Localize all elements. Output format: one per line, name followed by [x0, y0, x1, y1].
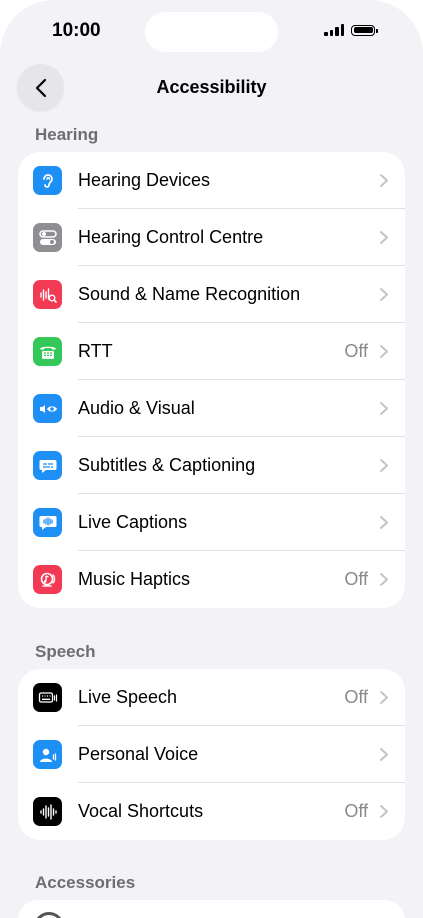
row-label: Hearing Devices — [78, 170, 211, 190]
chevron-right-icon — [380, 288, 388, 301]
chevron-right-icon — [380, 691, 388, 704]
row-label: Personal Voice — [78, 744, 199, 764]
section-header-hearing: Hearing — [35, 125, 99, 144]
row-label: Subtitles & Captioning — [78, 455, 256, 475]
row-value: Off — [344, 801, 368, 821]
waveform-icon — [33, 797, 62, 826]
chevron-right-icon — [380, 402, 388, 415]
chevron-right-icon — [380, 174, 388, 187]
section-header-accessories: Accessories — [35, 873, 136, 892]
signal-icon — [324, 24, 344, 36]
status-indicators — [324, 24, 378, 36]
chevron-right-icon — [380, 748, 388, 761]
tty-icon — [33, 337, 62, 366]
row-live-captions[interactable]: Live Captions — [18, 494, 405, 551]
row-value: Off — [344, 569, 368, 589]
accessories-group — [18, 900, 405, 918]
captions-bubble-icon — [33, 451, 62, 480]
music-haptics-icon — [33, 565, 62, 594]
keyboard-speech-icon — [33, 683, 62, 712]
page-title: Accessibility — [156, 77, 267, 97]
chevron-right-icon — [380, 231, 388, 244]
person-voice-icon — [33, 740, 62, 769]
speaker-eye-icon — [33, 394, 62, 423]
row-label: Music Haptics — [78, 569, 191, 589]
battery-icon — [351, 24, 378, 36]
chevron-right-icon — [380, 345, 388, 358]
chevron-right-icon — [380, 573, 388, 586]
speech-group: Live Speech Off Personal Voice Vocal Sho… — [18, 669, 405, 840]
toggles-icon — [33, 223, 62, 252]
row-value: Off — [344, 687, 368, 707]
row-label: Live Speech — [78, 687, 178, 707]
ear-icon — [33, 166, 62, 195]
live-captions-icon — [33, 508, 62, 537]
row-audio-visual[interactable]: Audio & Visual — [18, 380, 405, 437]
accessory-icon-partial — [34, 912, 64, 918]
row-music-haptics[interactable]: Music Haptics Off — [18, 551, 405, 608]
row-label: Audio & Visual — [78, 398, 195, 418]
chevron-right-icon — [380, 459, 388, 472]
row-label: RTT — [78, 341, 113, 361]
hearing-group: Hearing Devices Hearing Control Centre S… — [18, 152, 405, 608]
dynamic-island — [145, 12, 278, 52]
chevron-right-icon — [380, 516, 388, 529]
row-sound-name-recognition[interactable]: Sound & Name Recognition — [18, 266, 405, 323]
row-vocal-shortcuts[interactable]: Vocal Shortcuts Off — [18, 783, 405, 840]
row-label: Hearing Control Centre — [78, 227, 264, 247]
row-hearing-control-centre[interactable]: Hearing Control Centre — [18, 209, 405, 266]
row-live-speech[interactable]: Live Speech Off — [18, 669, 405, 726]
row-rtt[interactable]: RTT Off — [18, 323, 405, 380]
row-label: Live Captions — [78, 512, 188, 532]
row-label: Sound & Name Recognition — [78, 284, 301, 304]
row-subtitles-captioning[interactable]: Subtitles & Captioning — [18, 437, 405, 494]
row-hearing-devices[interactable]: Hearing Devices — [18, 152, 405, 209]
phone-screen: 10:00 Accessibility Hearing Hearing Devi… — [0, 0, 423, 918]
row-value: Off — [344, 341, 368, 361]
waveform-search-icon — [33, 280, 62, 309]
row-personal-voice[interactable]: Personal Voice — [18, 726, 405, 783]
section-header-speech: Speech — [35, 642, 96, 661]
chevron-right-icon — [380, 805, 388, 818]
row-label: Vocal Shortcuts — [78, 801, 204, 821]
status-time: 10:00 — [52, 20, 101, 41]
